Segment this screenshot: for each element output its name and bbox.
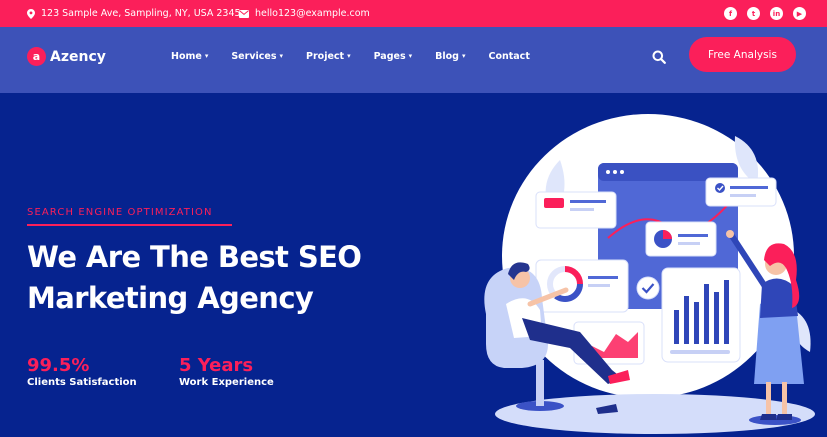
- brand-name: Azency: [50, 48, 106, 65]
- brand-logo[interactable]: a Azency: [27, 47, 106, 66]
- social-links: f t in ▶: [724, 7, 806, 20]
- stat-value: 99.5%: [27, 355, 90, 376]
- stat-experience: 5 Years Work Experience: [179, 355, 274, 388]
- nav-item-label: Pages: [373, 50, 406, 62]
- nav-item-home[interactable]: Home ▾: [171, 51, 208, 62]
- analytics-board: [661, 267, 741, 363]
- hero-eyebrow: SEARCH ENGINE OPTIMIZATION: [27, 207, 213, 218]
- nav-item-services[interactable]: Services ▾: [231, 51, 283, 62]
- location-pin-icon: [27, 8, 35, 19]
- envelope-icon: [239, 9, 249, 18]
- nav-item-project[interactable]: Project ▾: [306, 51, 351, 62]
- chevron-down-icon: ▾: [347, 52, 351, 60]
- stat-label: Work Experience: [179, 377, 274, 388]
- nav-item-label: Services: [231, 50, 277, 62]
- stat-satisfaction: 99.5% Clients Satisfaction: [27, 355, 137, 388]
- nav-item-label: Blog: [435, 50, 459, 62]
- address-text: 123 Sample Ave, Sampling, NY, USA 2345: [41, 8, 241, 19]
- nav-item-label: Project: [306, 50, 345, 62]
- floating-card: [705, 177, 777, 207]
- eyebrow-underline: [27, 224, 232, 226]
- free-analysis-button[interactable]: Free Analysis: [689, 37, 796, 72]
- seo-illustration: [484, 114, 815, 434]
- logo-mark: a: [27, 47, 46, 66]
- nav-item-label: Contact: [488, 50, 530, 62]
- hero-headline: We Are The Best SEO Marketing Agency: [27, 237, 497, 319]
- nav-item-contact[interactable]: Contact: [488, 51, 529, 62]
- headline-line-2: Marketing Agency: [27, 281, 314, 315]
- address-info: 123 Sample Ave, Sampling, NY, USA 2345: [27, 0, 241, 27]
- headline-line-1: We Are The Best SEO: [27, 240, 362, 274]
- chevron-down-icon: ▾: [279, 52, 284, 60]
- search-icon[interactable]: [652, 50, 666, 64]
- hero-section: SEARCH ENGINE OPTIMIZATION We Are The Be…: [0, 93, 827, 437]
- email-text[interactable]: hello123@example.com: [255, 8, 370, 19]
- nav-item-blog[interactable]: Blog ▾: [435, 51, 465, 62]
- floating-card: [535, 259, 629, 313]
- facebook-icon[interactable]: f: [724, 7, 737, 20]
- check-badge: [636, 276, 660, 300]
- chevron-down-icon: ▾: [204, 52, 209, 60]
- youtube-icon[interactable]: ▶: [793, 7, 806, 20]
- main-menu: Home ▾ Services ▾ Project ▾ Pages ▾ Blog…: [171, 47, 553, 65]
- top-bar: 123 Sample Ave, Sampling, NY, USA 2345 h…: [0, 0, 827, 27]
- chevron-down-icon: ▾: [461, 52, 466, 60]
- floating-card: [535, 191, 617, 229]
- nav-item-pages[interactable]: Pages ▾: [374, 51, 413, 62]
- email-info[interactable]: hello123@example.com: [239, 0, 370, 27]
- main-navbar: a Azency Home ▾ Services ▾ Project ▾ Pag…: [0, 27, 827, 93]
- chevron-down-icon: ▾: [408, 52, 413, 60]
- stat-label: Clients Satisfaction: [27, 377, 137, 388]
- stat-value: 5 Years: [179, 355, 254, 376]
- floating-card: [645, 221, 717, 257]
- nav-item-label: Home: [171, 50, 202, 62]
- linkedin-icon[interactable]: in: [770, 7, 783, 20]
- twitter-icon[interactable]: t: [747, 7, 760, 20]
